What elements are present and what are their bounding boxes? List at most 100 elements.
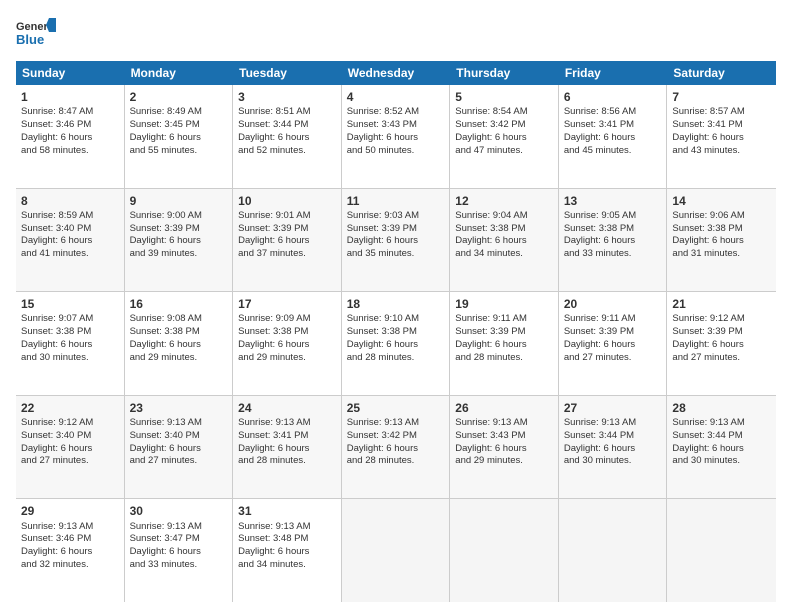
day-info-line: Daylight: 6 hours [347, 339, 445, 352]
day-info-line: and 30 minutes. [564, 455, 662, 468]
day-info-line: Sunset: 3:38 PM [238, 326, 336, 339]
day-info-line: Sunrise: 8:59 AM [21, 210, 119, 223]
day-info-line: Daylight: 6 hours [347, 132, 445, 145]
day-cell: 19Sunrise: 9:11 AMSunset: 3:39 PMDayligh… [450, 292, 559, 395]
day-info-line: Daylight: 6 hours [238, 132, 336, 145]
day-number: 20 [564, 296, 662, 312]
day-info-line: and 27 minutes. [130, 455, 228, 468]
day-number: 13 [564, 193, 662, 209]
day-cell: 22Sunrise: 9:12 AMSunset: 3:40 PMDayligh… [16, 396, 125, 499]
day-cell: 1Sunrise: 8:47 AMSunset: 3:46 PMDaylight… [16, 85, 125, 188]
day-info-line: and 28 minutes. [347, 455, 445, 468]
empty-cell [559, 499, 668, 602]
day-info-line: Daylight: 6 hours [238, 339, 336, 352]
day-info-line: and 47 minutes. [455, 145, 553, 158]
day-number: 1 [21, 89, 119, 105]
day-number: 4 [347, 89, 445, 105]
calendar-row: 29Sunrise: 9:13 AMSunset: 3:46 PMDayligh… [16, 499, 776, 602]
day-cell: 11Sunrise: 9:03 AMSunset: 3:39 PMDayligh… [342, 189, 451, 292]
day-info-line: Sunrise: 9:12 AM [21, 417, 119, 430]
day-cell: 27Sunrise: 9:13 AMSunset: 3:44 PMDayligh… [559, 396, 668, 499]
logo: General Blue [16, 16, 56, 51]
day-info-line: and 29 minutes. [238, 352, 336, 365]
day-cell: 10Sunrise: 9:01 AMSunset: 3:39 PMDayligh… [233, 189, 342, 292]
empty-cell [667, 499, 776, 602]
day-info-line: Sunrise: 9:06 AM [672, 210, 771, 223]
day-number: 11 [347, 193, 445, 209]
day-info-line: Sunrise: 9:13 AM [130, 521, 228, 534]
day-info-line: Daylight: 6 hours [564, 339, 662, 352]
day-info-line: and 41 minutes. [21, 248, 119, 261]
day-info-line: Sunrise: 9:01 AM [238, 210, 336, 223]
day-info-line: Sunset: 3:39 PM [130, 223, 228, 236]
day-info-line: and 29 minutes. [130, 352, 228, 365]
day-info-line: Sunset: 3:41 PM [238, 430, 336, 443]
day-number: 25 [347, 400, 445, 416]
day-info-line: Daylight: 6 hours [130, 339, 228, 352]
day-info-line: Sunrise: 9:11 AM [564, 313, 662, 326]
day-cell: 24Sunrise: 9:13 AMSunset: 3:41 PMDayligh… [233, 396, 342, 499]
day-cell: 25Sunrise: 9:13 AMSunset: 3:42 PMDayligh… [342, 396, 451, 499]
day-info-line: Sunrise: 9:13 AM [238, 521, 336, 534]
day-cell: 7Sunrise: 8:57 AMSunset: 3:41 PMDaylight… [667, 85, 776, 188]
calendar: SundayMondayTuesdayWednesdayThursdayFrid… [16, 61, 776, 602]
day-info-line: Sunrise: 9:13 AM [238, 417, 336, 430]
day-info-line: Sunset: 3:43 PM [455, 430, 553, 443]
day-info-line: Sunset: 3:45 PM [130, 119, 228, 132]
day-info-line: Sunset: 3:39 PM [564, 326, 662, 339]
day-info-line: Sunset: 3:46 PM [21, 533, 119, 546]
day-number: 30 [130, 503, 228, 519]
day-info-line: Daylight: 6 hours [672, 132, 771, 145]
day-info-line: Sunrise: 9:12 AM [672, 313, 771, 326]
day-info-line: Sunset: 3:38 PM [347, 326, 445, 339]
day-cell: 5Sunrise: 8:54 AMSunset: 3:42 PMDaylight… [450, 85, 559, 188]
day-info-line: Daylight: 6 hours [347, 443, 445, 456]
day-info-line: Daylight: 6 hours [455, 132, 553, 145]
day-info-line: Daylight: 6 hours [130, 443, 228, 456]
day-info-line: Daylight: 6 hours [238, 546, 336, 559]
day-info-line: Sunset: 3:39 PM [347, 223, 445, 236]
day-header-monday: Monday [125, 61, 234, 85]
day-info-line: Sunset: 3:48 PM [238, 533, 336, 546]
day-info-line: and 30 minutes. [21, 352, 119, 365]
day-number: 10 [238, 193, 336, 209]
day-info-line: Sunrise: 8:56 AM [564, 106, 662, 119]
day-info-line: Daylight: 6 hours [238, 235, 336, 248]
day-info-line: and 32 minutes. [21, 559, 119, 572]
day-number: 17 [238, 296, 336, 312]
day-info-line: Daylight: 6 hours [564, 443, 662, 456]
empty-cell [342, 499, 451, 602]
day-header-friday: Friday [559, 61, 668, 85]
day-info-line: and 30 minutes. [672, 455, 771, 468]
day-number: 26 [455, 400, 553, 416]
day-cell: 28Sunrise: 9:13 AMSunset: 3:44 PMDayligh… [667, 396, 776, 499]
day-number: 28 [672, 400, 771, 416]
day-info-line: Sunset: 3:38 PM [130, 326, 228, 339]
day-info-line: Daylight: 6 hours [672, 235, 771, 248]
day-info-line: Sunset: 3:46 PM [21, 119, 119, 132]
day-cell: 26Sunrise: 9:13 AMSunset: 3:43 PMDayligh… [450, 396, 559, 499]
day-info-line: Sunset: 3:40 PM [130, 430, 228, 443]
calendar-row: 1Sunrise: 8:47 AMSunset: 3:46 PMDaylight… [16, 85, 776, 189]
day-info-line: Sunrise: 9:04 AM [455, 210, 553, 223]
logo-svg: General Blue [16, 16, 56, 51]
day-number: 31 [238, 503, 336, 519]
day-number: 18 [347, 296, 445, 312]
day-info-line: and 43 minutes. [672, 145, 771, 158]
day-info-line: Daylight: 6 hours [455, 443, 553, 456]
day-info-line: Daylight: 6 hours [130, 132, 228, 145]
day-header-tuesday: Tuesday [233, 61, 342, 85]
day-cell: 21Sunrise: 9:12 AMSunset: 3:39 PMDayligh… [667, 292, 776, 395]
day-number: 6 [564, 89, 662, 105]
day-info-line: Daylight: 6 hours [21, 546, 119, 559]
day-info-line: Sunset: 3:44 PM [238, 119, 336, 132]
day-info-line: and 45 minutes. [564, 145, 662, 158]
day-info-line: Sunrise: 9:13 AM [455, 417, 553, 430]
day-number: 2 [130, 89, 228, 105]
day-info-line: and 29 minutes. [455, 455, 553, 468]
day-info-line: and 58 minutes. [21, 145, 119, 158]
day-info-line: Sunrise: 9:13 AM [564, 417, 662, 430]
day-info-line: Sunrise: 9:13 AM [21, 521, 119, 534]
day-info-line: Sunset: 3:38 PM [455, 223, 553, 236]
calendar-row: 15Sunrise: 9:07 AMSunset: 3:38 PMDayligh… [16, 292, 776, 396]
